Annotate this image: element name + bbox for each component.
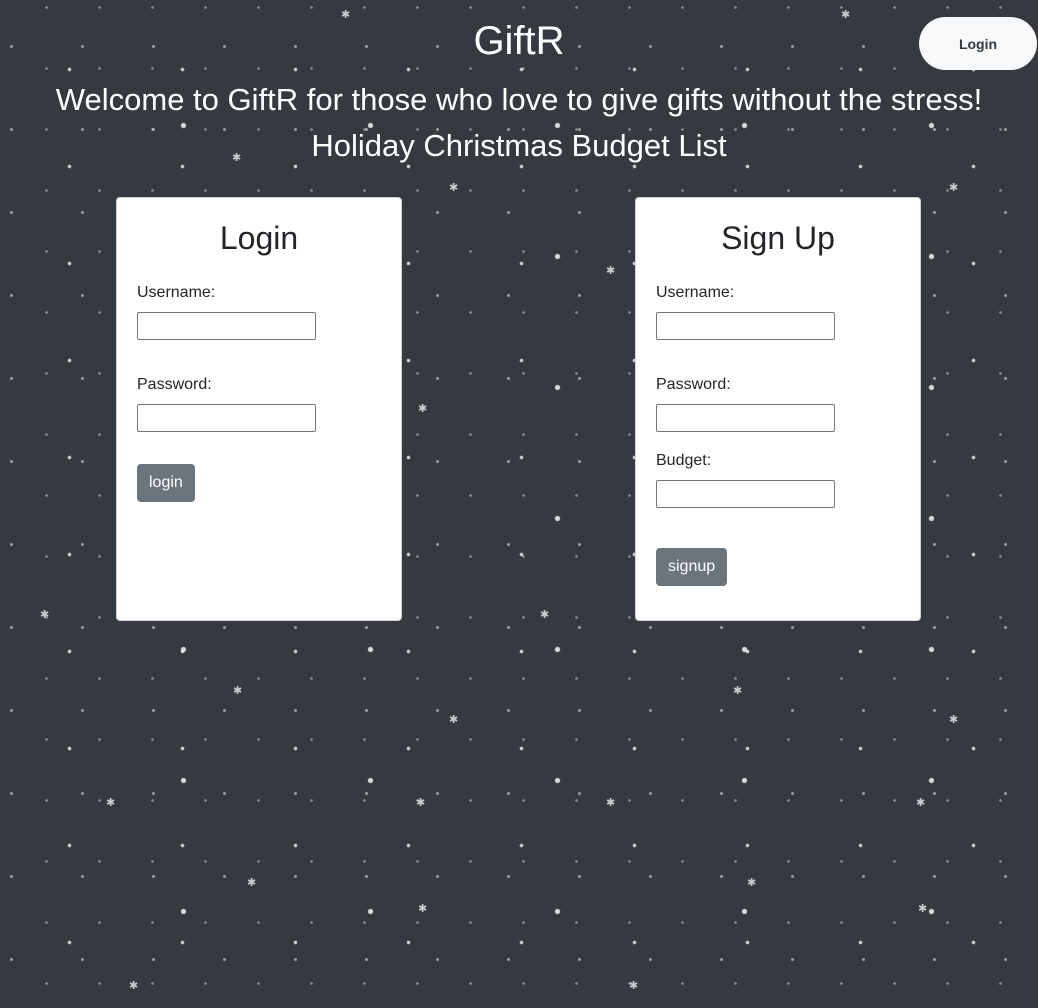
snowflake-icon: ✱ — [247, 876, 257, 889]
welcome-heading: Welcome to GiftR for those who love to g… — [55, 82, 983, 117]
snowflake-icon: ✱ — [733, 684, 743, 697]
snowflake-icon: ✱ — [949, 181, 959, 194]
snowflake-icon: ✱ — [629, 979, 639, 992]
login-password-label: Password: — [137, 376, 212, 393]
snowflake-icon: ✱ — [540, 608, 550, 621]
login-username-label: Username: — [137, 284, 216, 301]
signup-username-input[interactable] — [656, 312, 835, 340]
signup-card: Sign Up Username: Password: Budget: sign… — [635, 197, 921, 621]
page-subtitle: Holiday Christmas Budget List — [311, 128, 727, 163]
signup-title: Sign Up — [721, 220, 835, 256]
snowflake-icon: ✱ — [606, 796, 616, 809]
signup-password-input[interactable] — [656, 404, 835, 432]
snowflake-icon: ✱ — [449, 713, 459, 726]
signup-budget-label: Budget: — [656, 452, 712, 469]
header-login-button[interactable]: Login — [919, 17, 1037, 70]
login-submit-button[interactable]: login — [137, 464, 195, 502]
signup-submit-button[interactable]: signup — [656, 548, 728, 586]
signup-username-label: Username: — [656, 284, 735, 301]
snowflake-icon: ✱ — [129, 979, 139, 992]
snowflake-icon: ✱ — [233, 684, 243, 697]
login-title: Login — [219, 220, 299, 256]
snowflake-icon: ✱ — [747, 876, 757, 889]
app-title: GiftR — [473, 19, 565, 63]
snowflake-icon: ✱ — [949, 713, 959, 726]
snowflake-icon: ✱ — [916, 796, 926, 809]
snowflake-icon: ✱ — [918, 902, 928, 915]
snowflake-icon: ✱ — [418, 902, 428, 915]
login-card: Login Username: Password: login — [116, 197, 402, 621]
login-username-input[interactable] — [137, 312, 316, 340]
snowflake-icon: ✱ — [40, 608, 50, 621]
snowflake-icon: ✱ — [416, 796, 426, 809]
snowflake-icon: ✱ — [418, 402, 428, 415]
snowflake-icon: ✱ — [606, 264, 616, 277]
signup-budget-input[interactable] — [656, 480, 835, 508]
snowflake-icon: ✱ — [106, 796, 116, 809]
snowflake-icon: ✱ — [449, 181, 459, 194]
signup-password-label: Password: — [656, 376, 731, 393]
login-password-input[interactable] — [137, 404, 316, 432]
